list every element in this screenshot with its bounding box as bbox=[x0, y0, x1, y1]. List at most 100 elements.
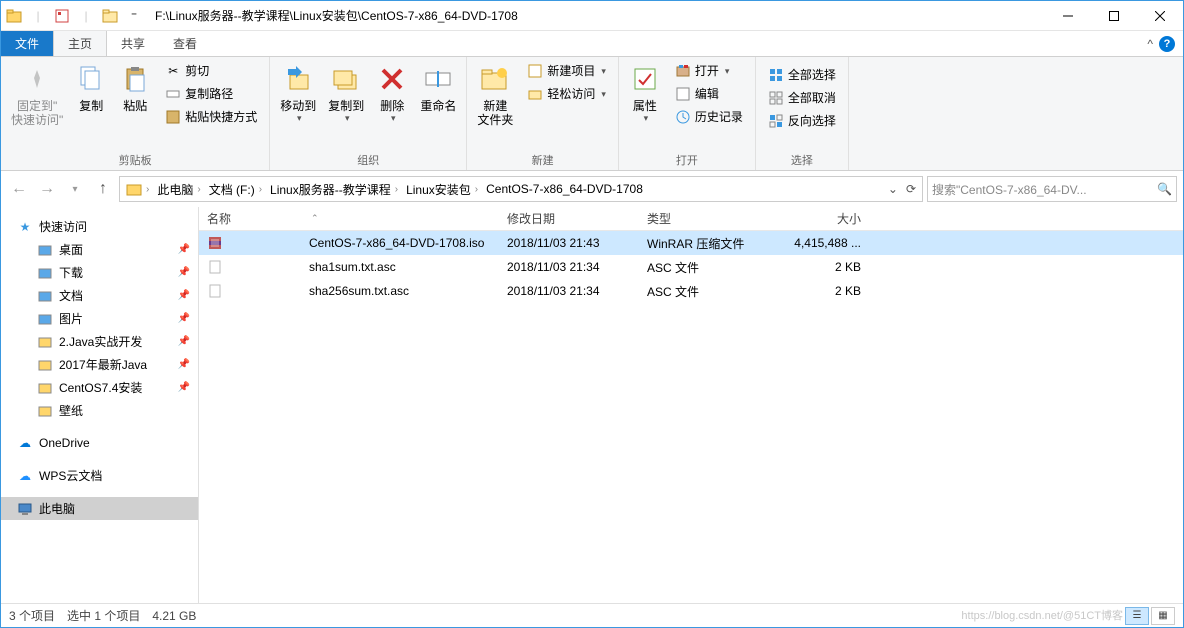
sidebar-item-label: 图片 bbox=[59, 310, 83, 327]
file-list[interactable]: 名称⌃ 修改日期 类型 大小 CentOS-7-x86_64-DVD-1708.… bbox=[199, 207, 1183, 603]
tab-home[interactable]: 主页 bbox=[53, 31, 107, 56]
file-date: 2018/11/03 21:34 bbox=[499, 284, 639, 298]
breadcrumb-seg[interactable]: Linux安装包› bbox=[402, 181, 482, 198]
tab-file[interactable]: 文件 bbox=[1, 31, 53, 56]
delete-button[interactable]: 删除 bbox=[370, 59, 414, 128]
rename-icon bbox=[422, 63, 454, 95]
select-all-button[interactable]: 全部选择 bbox=[764, 65, 840, 85]
navigation-bar: ← → ▾ ↑ › 此电脑› 文档 (F:)› Linux服务器--教学课程› … bbox=[1, 171, 1183, 207]
properties-icon bbox=[629, 63, 661, 95]
breadcrumb-seg[interactable]: Linux服务器--教学课程› bbox=[266, 181, 402, 198]
select-all-icon bbox=[768, 67, 784, 83]
paste-button[interactable]: 粘贴 bbox=[113, 59, 157, 117]
rename-button[interactable]: 重命名 bbox=[414, 59, 462, 117]
recent-locations-button[interactable]: ▾ bbox=[63, 177, 87, 201]
sidebar-item[interactable]: 下载📌 bbox=[1, 261, 198, 284]
ribbon-group-organize: 移动到 复制到 删除 重命名 组织 bbox=[270, 57, 467, 170]
file-size: 4,415,488 ... bbox=[779, 236, 869, 250]
history-button[interactable]: 历史记录 bbox=[671, 107, 747, 127]
copy-button[interactable]: 复制 bbox=[69, 59, 113, 117]
column-type[interactable]: 类型 bbox=[639, 210, 779, 227]
ribbon: 固定到" 快速访问" 复制 粘贴 ✂剪切 复制路径 粘贴快捷方式 剪贴板 移动到… bbox=[1, 57, 1183, 171]
folder-icon bbox=[37, 311, 53, 327]
sidebar-item[interactable]: 2017年最新Java📌 bbox=[1, 353, 198, 376]
new-folder-button[interactable]: 新建 文件夹 bbox=[471, 59, 519, 132]
tab-view[interactable]: 查看 bbox=[159, 31, 211, 56]
cut-button[interactable]: ✂剪切 bbox=[161, 61, 261, 81]
paste-icon bbox=[119, 63, 151, 95]
edit-icon bbox=[675, 86, 691, 102]
breadcrumb-seg[interactable]: 文档 (F:)› bbox=[205, 181, 266, 198]
sidebar-item[interactable]: 图片📌 bbox=[1, 307, 198, 330]
breadcrumb-dropdown-icon[interactable]: ⌄ bbox=[888, 182, 898, 196]
minimize-button[interactable] bbox=[1045, 1, 1091, 31]
close-button[interactable] bbox=[1137, 1, 1183, 31]
breadcrumb[interactable]: › 此电脑› 文档 (F:)› Linux服务器--教学课程› Linux安装包… bbox=[119, 176, 923, 202]
column-name[interactable]: 名称⌃ bbox=[199, 210, 499, 227]
pin-icon: 📌 bbox=[178, 382, 190, 393]
tab-share[interactable]: 共享 bbox=[107, 31, 159, 56]
sidebar-item[interactable]: 2.Java实战开发📌 bbox=[1, 330, 198, 353]
sidebar-item-label: CentOS7.4安装 bbox=[59, 379, 142, 396]
ribbon-tabs: 文件 主页 共享 查看 ^ ? bbox=[1, 31, 1183, 57]
move-to-button[interactable]: 移动到 bbox=[274, 59, 322, 128]
column-date[interactable]: 修改日期 bbox=[499, 210, 639, 227]
column-size[interactable]: 大小 bbox=[779, 210, 869, 227]
easy-access-button[interactable]: 轻松访问 bbox=[523, 84, 610, 104]
sidebar-item-label: 桌面 bbox=[59, 241, 83, 258]
sidebar-item-label: 壁纸 bbox=[59, 402, 83, 419]
search-input[interactable]: 搜索"CentOS-7-x86_64-DV... 🔍 bbox=[927, 176, 1177, 202]
properties-button[interactable]: 属性 bbox=[623, 59, 667, 128]
content-area: ★快速访问 桌面📌下载📌文档📌图片📌2.Java实战开发📌2017年最新Java… bbox=[1, 207, 1183, 603]
sidebar-wps[interactable]: ☁WPS云文档 bbox=[1, 464, 198, 487]
copy-to-button[interactable]: 复制到 bbox=[322, 59, 370, 128]
ribbon-group-new: 新建 文件夹 新建项目 轻松访问 新建 bbox=[467, 57, 619, 170]
open-button[interactable]: 打开 bbox=[671, 61, 747, 81]
sidebar-quick-access[interactable]: ★快速访问 bbox=[1, 215, 198, 238]
sidebar-this-pc[interactable]: 此电脑 bbox=[1, 497, 198, 520]
ribbon-group-clipboard: 固定到" 快速访问" 复制 粘贴 ✂剪切 复制路径 粘贴快捷方式 剪贴板 bbox=[1, 57, 270, 170]
qat-customize-icon[interactable]: ⁼ bbox=[125, 7, 143, 25]
new-item-icon bbox=[527, 63, 543, 79]
edit-button[interactable]: 编辑 bbox=[671, 84, 747, 104]
window-controls bbox=[1045, 1, 1183, 31]
copy-path-button[interactable]: 复制路径 bbox=[161, 84, 261, 104]
maximize-button[interactable] bbox=[1091, 1, 1137, 31]
statusbar: 3 个项目 选中 1 个项目 4.21 GB ☰ ▦ bbox=[1, 603, 1183, 627]
sidebar-item[interactable]: CentOS7.4安装 📌 bbox=[1, 376, 198, 399]
new-item-button[interactable]: 新建项目 bbox=[523, 61, 610, 81]
pin-icon: 📌 bbox=[178, 359, 190, 370]
file-row[interactable]: CentOS-7-x86_64-DVD-1708.iso2018/11/03 2… bbox=[199, 231, 1183, 255]
large-icons-view-button[interactable]: ▦ bbox=[1151, 607, 1175, 625]
path-icon bbox=[165, 86, 181, 102]
refresh-icon[interactable]: ⟳ bbox=[906, 182, 916, 196]
breadcrumb-seg[interactable]: 此电脑› bbox=[153, 181, 204, 198]
file-row[interactable]: sha256sum.txt.asc2018/11/03 21:34ASC 文件2… bbox=[199, 279, 1183, 303]
navigation-pane[interactable]: ★快速访问 桌面📌下载📌文档📌图片📌2.Java实战开发📌2017年最新Java… bbox=[1, 207, 199, 603]
help-icon[interactable]: ? bbox=[1159, 36, 1175, 52]
quick-access-toolbar: | | ⁼ bbox=[1, 7, 147, 25]
item-count: 3 个项目 bbox=[9, 607, 55, 624]
pin-to-quick-access-button[interactable]: 固定到" 快速访问" bbox=[5, 59, 69, 132]
breadcrumb-seg[interactable]: CentOS-7-x86_64-DVD-1708 bbox=[482, 182, 647, 196]
properties-icon[interactable] bbox=[53, 7, 71, 25]
ribbon-collapse-icon[interactable]: ^ bbox=[1147, 37, 1153, 51]
folder-icon bbox=[37, 403, 53, 419]
invert-selection-button[interactable]: 反向选择 bbox=[764, 111, 840, 131]
ribbon-group-select: 全部选择 全部取消 反向选择 选择 bbox=[756, 57, 849, 170]
open-folder-icon[interactable] bbox=[101, 7, 119, 25]
forward-button[interactable]: → bbox=[35, 177, 59, 201]
pc-icon bbox=[17, 501, 33, 517]
sidebar-item[interactable]: 壁纸 bbox=[1, 399, 198, 422]
sidebar-item[interactable]: 文档📌 bbox=[1, 284, 198, 307]
selection-count: 选中 1 个项目 bbox=[67, 607, 140, 624]
column-headers[interactable]: 名称⌃ 修改日期 类型 大小 bbox=[199, 207, 1183, 231]
sidebar-onedrive[interactable]: ☁OneDrive bbox=[1, 432, 198, 454]
sidebar-item[interactable]: 桌面📌 bbox=[1, 238, 198, 261]
file-row[interactable]: sha1sum.txt.asc2018/11/03 21:34ASC 文件2 K… bbox=[199, 255, 1183, 279]
up-button[interactable]: ↑ bbox=[91, 177, 115, 201]
select-none-button[interactable]: 全部取消 bbox=[764, 88, 840, 108]
back-button[interactable]: ← bbox=[7, 177, 31, 201]
paste-shortcut-button[interactable]: 粘贴快捷方式 bbox=[161, 107, 261, 127]
details-view-button[interactable]: ☰ bbox=[1125, 607, 1149, 625]
